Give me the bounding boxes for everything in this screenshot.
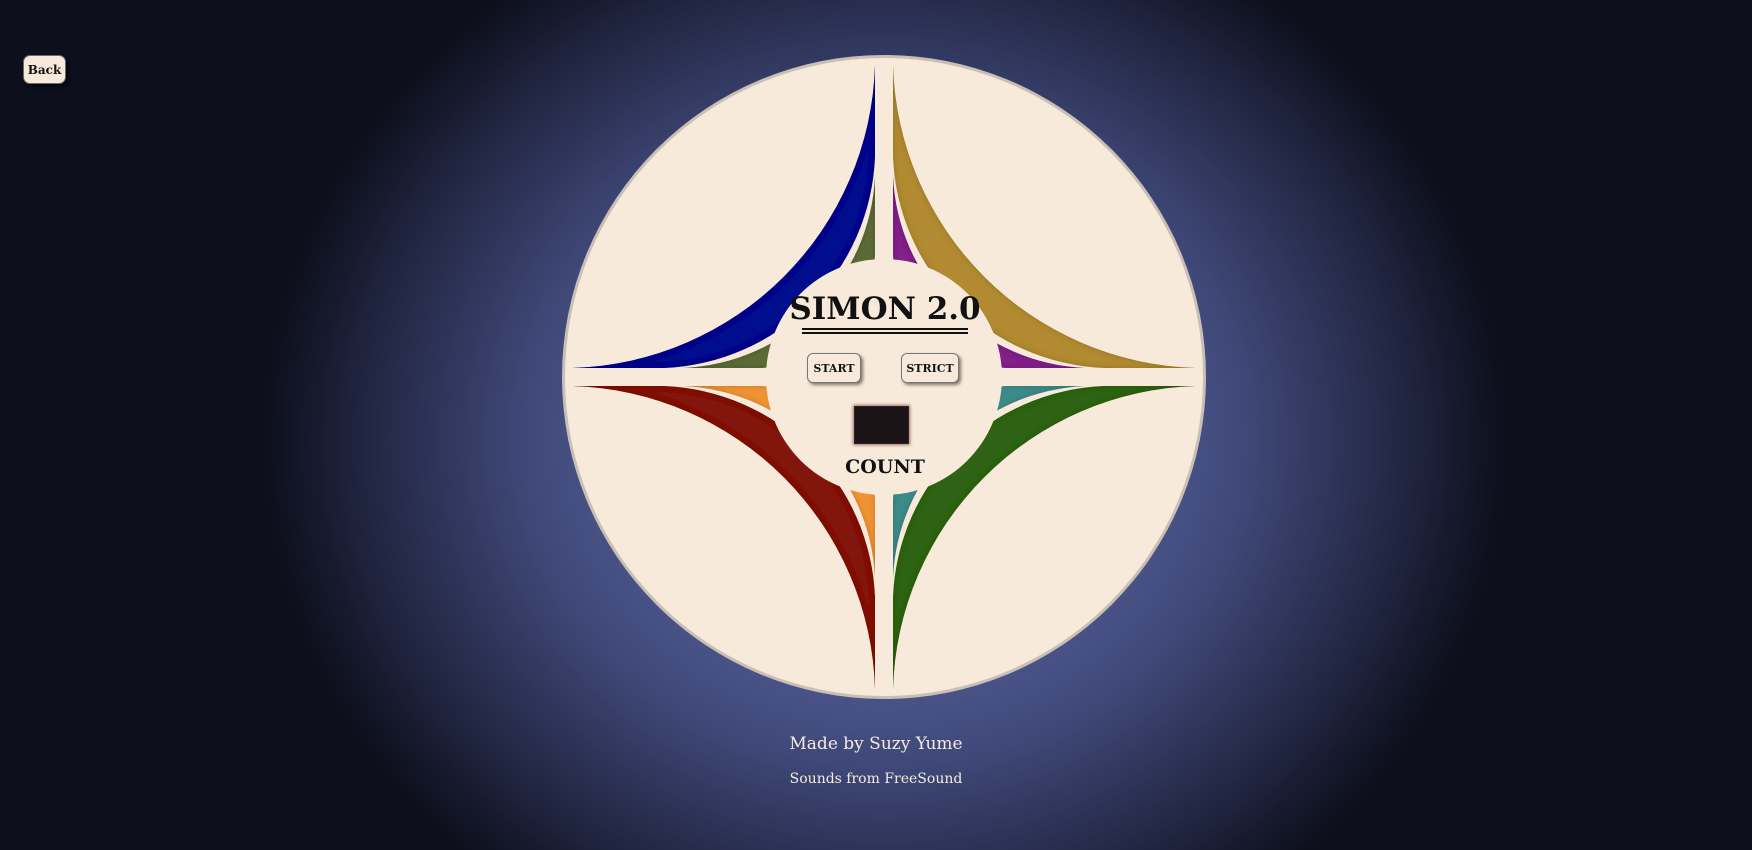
back-button[interactable]: Back <box>23 55 66 84</box>
sounds-credit[interactable]: Sounds from FreeSound <box>0 771 1752 787</box>
title-underline <box>802 328 968 330</box>
count-label: COUNT <box>845 456 925 478</box>
count-display <box>854 406 909 444</box>
start-button[interactable]: START <box>807 353 861 383</box>
control-panel: SIMON 2.0 START STRICT COUNT <box>765 258 1005 498</box>
strict-button[interactable]: STRICT <box>901 353 959 383</box>
author-credit: Made by Suzy Yume <box>789 734 963 754</box>
title-underline-second <box>802 332 968 334</box>
game-title: SIMON 2.0 <box>789 291 981 327</box>
